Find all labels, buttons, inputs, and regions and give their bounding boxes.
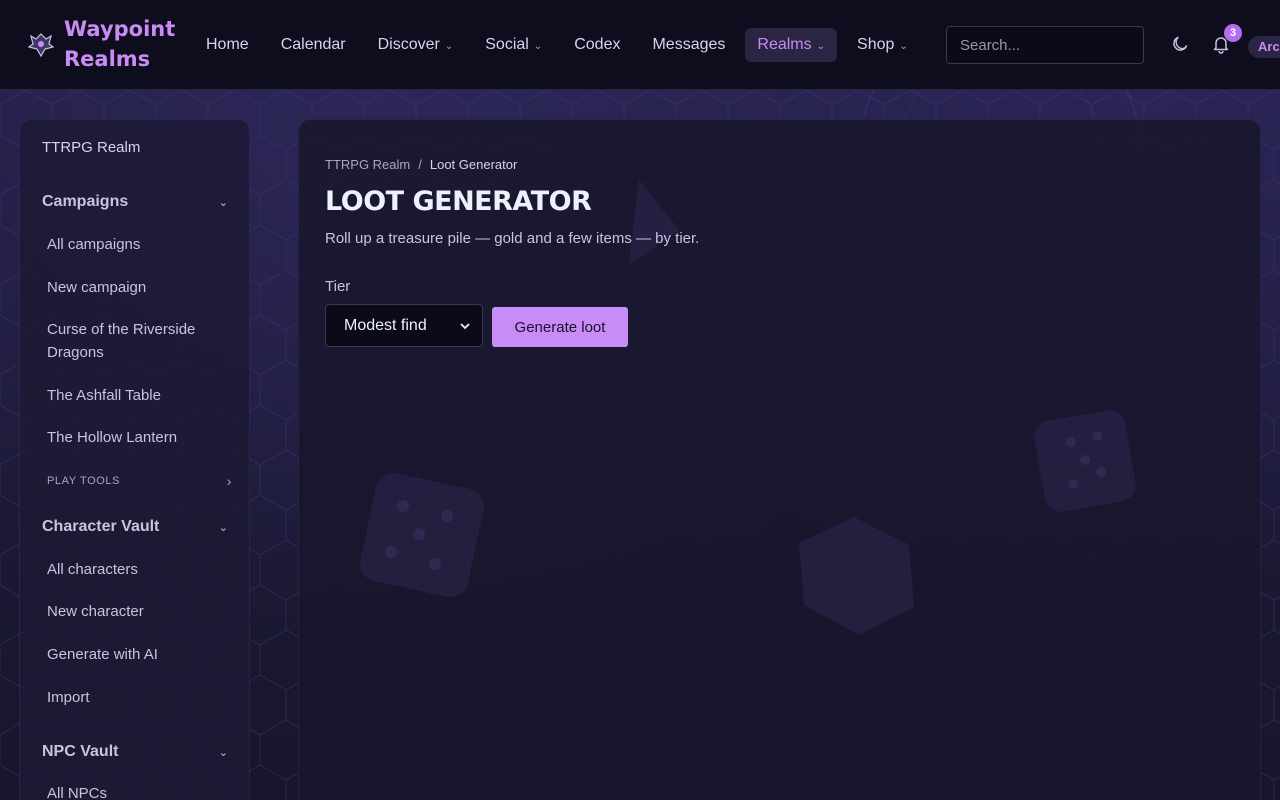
subgroup-title: PLAY TOOLS [47,475,121,487]
brand-name: Waypoint Realms [64,14,184,74]
page-subtitle: Roll up a treasure pile — gold and a few… [325,230,700,247]
sidebar-link-new-campaign[interactable]: New campaign [47,276,237,299]
sidebar-link-all-npcs[interactable]: All NPCs [47,782,237,800]
section-title: Character Vault [42,518,160,535]
sidebar-section-character-vault[interactable]: Character Vault ⌄ [42,518,232,536]
tier-selected-value: Modest find [344,316,427,334]
chevron-down-icon: ⌄ [218,746,228,759]
sidebar-subgroup-play-tools[interactable]: PLAY TOOLS › [47,473,232,489]
sidebar-section-campaigns[interactable]: Campaigns ⌄ [42,193,232,211]
nav-home[interactable]: Home [194,28,261,62]
sidebar-link-import[interactable]: Import [47,686,237,709]
main-panel: TTRPG Realm / Loot Generator LOOT GENERATO… [298,119,1261,800]
chevron-down-icon: ⌄ [533,41,543,52]
sidebar-link-campaign[interactable]: The Ashfall Table [47,384,237,407]
generate-loot-button[interactable]: Generate loot [492,307,628,347]
chevron-down-icon: ⌄ [218,521,228,534]
nav-realms[interactable]: Realms ⌄ [745,28,838,62]
nav-messages[interactable]: Messages [640,28,737,62]
nav-social-label: Social [485,36,529,53]
breadcrumb-link-realm[interactable]: TTRPG Realm [325,157,410,172]
sidebar-link-all-campaigns[interactable]: All campaigns [47,233,237,256]
nav-messages-label: Messages [652,36,726,53]
sidebar-link-generate-ai[interactable]: Generate with AI [47,643,237,666]
search-input[interactable] [946,26,1144,64]
nav-discover-label: Discover [377,36,440,53]
chevron-down-icon: ⌄ [444,41,454,52]
top-navigation-bar: Waypoint Realms Home Calendar Discover ⌄ … [0,0,1280,90]
nav-codex[interactable]: Codex [562,28,632,62]
chevron-down-icon [460,322,470,329]
nav-discover[interactable]: Discover ⌄ [366,28,466,62]
nav-social[interactable]: Social ⌄ [473,28,554,62]
helm-logo-icon [27,33,55,58]
sidebar-link-all-characters[interactable]: All characters [47,558,237,581]
brand-name-line-2: Realms [64,47,151,71]
breadcrumb-current: Loot Generator [429,157,518,172]
chevron-right-icon: › [226,473,232,489]
breadcrumb-separator: / [418,157,422,172]
section-title: Campaigns [42,193,129,210]
user-menu-chip[interactable]: Arc [1248,36,1280,58]
notification-count-badge: 3 [1224,24,1242,42]
brand-name-line-1: Waypoint [64,17,176,41]
nav-shop[interactable]: Shop ⌄ [845,28,920,62]
sidebar-realm-link[interactable]: TTRPG Realm [42,139,140,156]
nav-realms-label: Realms [757,36,812,53]
tier-select[interactable]: Modest find [325,304,483,347]
sidebar-link-campaign[interactable]: The Hollow Lantern [47,426,237,449]
sidebar: TTRPG Realm Campaigns ⌄ All campaigns Ne… [19,119,250,800]
breadcrumb: TTRPG Realm / Loot Generator [325,157,517,172]
tier-label: Tier [325,278,351,295]
nav-calendar-label: Calendar [280,36,346,53]
section-title: NPC Vault [42,743,119,760]
chevron-down-icon: ⌄ [899,41,908,52]
brand[interactable]: Waypoint Realms [27,14,184,74]
nav-codex-label: Codex [574,36,621,53]
page-title: LOOT GENERATOR [325,186,592,217]
main-nav: Home Calendar Discover ⌄ Social ⌄ Codex Me… [194,28,928,62]
nav-shop-label: Shop [857,36,895,53]
nav-calendar[interactable]: Calendar [269,28,358,62]
chevron-down-icon: ⌄ [218,196,228,209]
dice-decoration [360,180,1136,635]
chevron-down-icon: ⌄ [816,41,826,52]
sidebar-link-new-character[interactable]: New character [47,600,237,623]
moon-icon[interactable] [1170,34,1190,54]
sidebar-section-npc-vault[interactable]: NPC Vault ⌄ [42,743,232,761]
sidebar-link-campaign[interactable]: Curse of the Riverside Dragons [47,318,237,364]
nav-home-label: Home [206,36,249,53]
